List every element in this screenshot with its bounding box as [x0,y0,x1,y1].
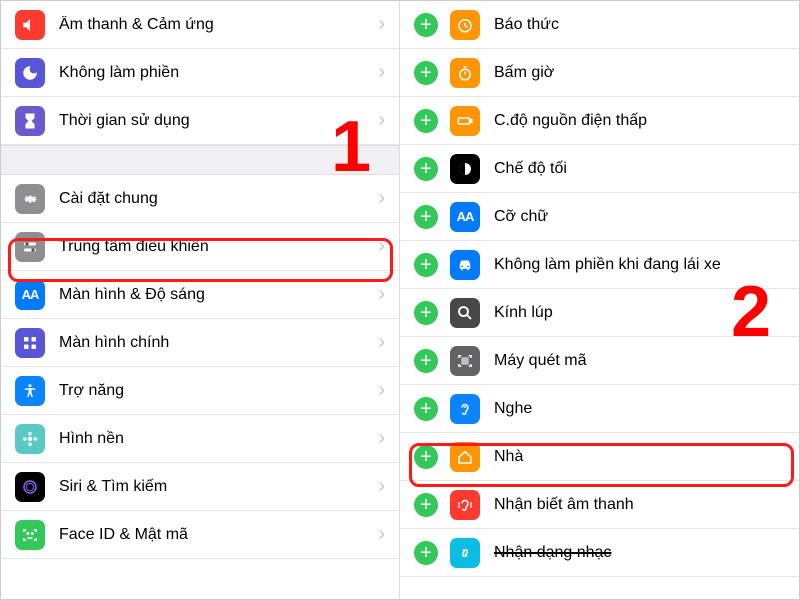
add-button[interactable]: + [414,109,438,133]
control-item-lowpower[interactable]: + C.độ nguồn điện thấp [400,97,799,145]
chevron-icon: › [378,331,385,354]
hourglass-icon [15,106,45,136]
row-label: Cài đặt chung [59,190,378,208]
siri-icon [15,472,45,502]
add-button[interactable]: + [414,61,438,85]
add-button[interactable]: + [414,493,438,517]
settings-row-control-center[interactable]: Trung tâm điều khiển › [1,223,399,271]
control-item-stopwatch[interactable]: + Bấm giờ [400,49,799,97]
chevron-icon: › [378,61,385,84]
row-label: Chế độ tối [494,160,785,178]
settings-row-faceid[interactable]: Face ID & Mật mã › [1,511,399,559]
control-item-qrscanner[interactable]: + Máy quét mã [400,337,799,385]
control-item-home[interactable]: + Nhà [400,433,799,481]
row-label: Cỡ chữ [494,208,785,226]
sound-recognition-icon [450,490,480,520]
chevron-icon: › [378,427,385,450]
row-label: Báo thức [494,16,785,34]
row-label: Màn hình chính [59,334,378,352]
flower-icon [15,424,45,454]
settings-row-wallpaper[interactable]: Hình nền › [1,415,399,463]
control-item-textsize[interactable]: + AA Cỡ chữ [400,193,799,241]
control-center-add-list: + Báo thức + Bấm giờ + C.độ nguồn điện t… [400,1,799,599]
chevron-icon: › [378,235,385,258]
control-item-alarm[interactable]: + Báo thức [400,1,799,49]
row-label: Trợ năng [59,382,378,400]
text-size-icon: AA [15,280,45,310]
settings-row-display[interactable]: AA Màn hình & Độ sáng › [1,271,399,319]
toggles-icon [15,232,45,262]
settings-row-accessibility[interactable]: Trợ năng › [1,367,399,415]
row-label: Face ID & Mật mã [59,526,378,544]
add-button[interactable]: + [414,541,438,565]
darkmode-icon [450,154,480,184]
row-label: Nghe [494,400,785,418]
home-icon [450,442,480,472]
add-button[interactable]: + [414,205,438,229]
row-label: Màn hình & Độ sáng [59,286,378,304]
row-label: C.độ nguồn điện thấp [494,112,785,130]
row-label: Nhà [494,448,785,466]
add-button[interactable]: + [414,253,438,277]
moon-icon [15,58,45,88]
chevron-icon: › [378,475,385,498]
row-label: Nhận dạng nhạc [494,544,785,562]
row-label: Không làm phiền khi đang lái xe [494,256,785,274]
section-gap [1,145,399,175]
row-label: Bấm giờ [494,64,785,82]
row-label: Kính lúp [494,304,785,322]
control-item-hearing[interactable]: + Nghe [400,385,799,433]
row-label: Âm thanh & Cảm ứng [59,16,378,34]
battery-icon [450,106,480,136]
text-size-icon: AA [450,202,480,232]
shazam-icon [450,538,480,568]
row-label: Hình nền [59,430,378,448]
row-label: Nhận biết âm thanh [494,496,785,514]
accessibility-icon [15,376,45,406]
magnify-icon [450,298,480,328]
stopwatch-icon [450,58,480,88]
add-button[interactable]: + [414,349,438,373]
sound-icon [15,10,45,40]
clock-icon [450,10,480,40]
control-item-soundrecognition[interactable]: + Nhận biết âm thanh [400,481,799,529]
settings-row-general[interactable]: Cài đặt chung › [1,175,399,223]
add-button[interactable]: + [414,157,438,181]
row-label: Siri & Tìm kiếm [59,478,378,496]
chevron-icon: › [378,379,385,402]
gear-icon [15,184,45,214]
control-item-magnifier[interactable]: + Kính lúp [400,289,799,337]
add-button[interactable]: + [414,445,438,469]
settings-row-screentime[interactable]: Thời gian sử dụng › [1,97,399,145]
settings-row-home[interactable]: Màn hình chính › [1,319,399,367]
chevron-icon: › [378,187,385,210]
faceid-icon [15,520,45,550]
chevron-icon: › [378,283,385,306]
chevron-icon: › [378,13,385,36]
add-button[interactable]: + [414,301,438,325]
row-label: Thời gian sử dụng [59,112,378,130]
settings-main-list: Âm thanh & Cảm ứng › Không làm phiền › T… [1,1,400,599]
control-item-musicrecognition[interactable]: + Nhận dạng nhạc [400,529,799,577]
control-item-darkmode[interactable]: + Chế độ tối [400,145,799,193]
settings-row-sound[interactable]: Âm thanh & Cảm ứng › [1,1,399,49]
add-button[interactable]: + [414,397,438,421]
control-item-driving[interactable]: + Không làm phiền khi đang lái xe [400,241,799,289]
row-label: Máy quét mã [494,352,785,370]
chevron-icon: › [378,523,385,546]
chevron-icon: › [378,109,385,132]
row-label: Không làm phiền [59,64,378,82]
grid-icon [15,328,45,358]
add-button[interactable]: + [414,13,438,37]
ear-icon [450,394,480,424]
car-icon [450,250,480,280]
settings-row-siri[interactable]: Siri & Tìm kiếm › [1,463,399,511]
qr-icon [450,346,480,376]
row-label: Trung tâm điều khiển [59,238,378,256]
settings-row-dnd[interactable]: Không làm phiền › [1,49,399,97]
